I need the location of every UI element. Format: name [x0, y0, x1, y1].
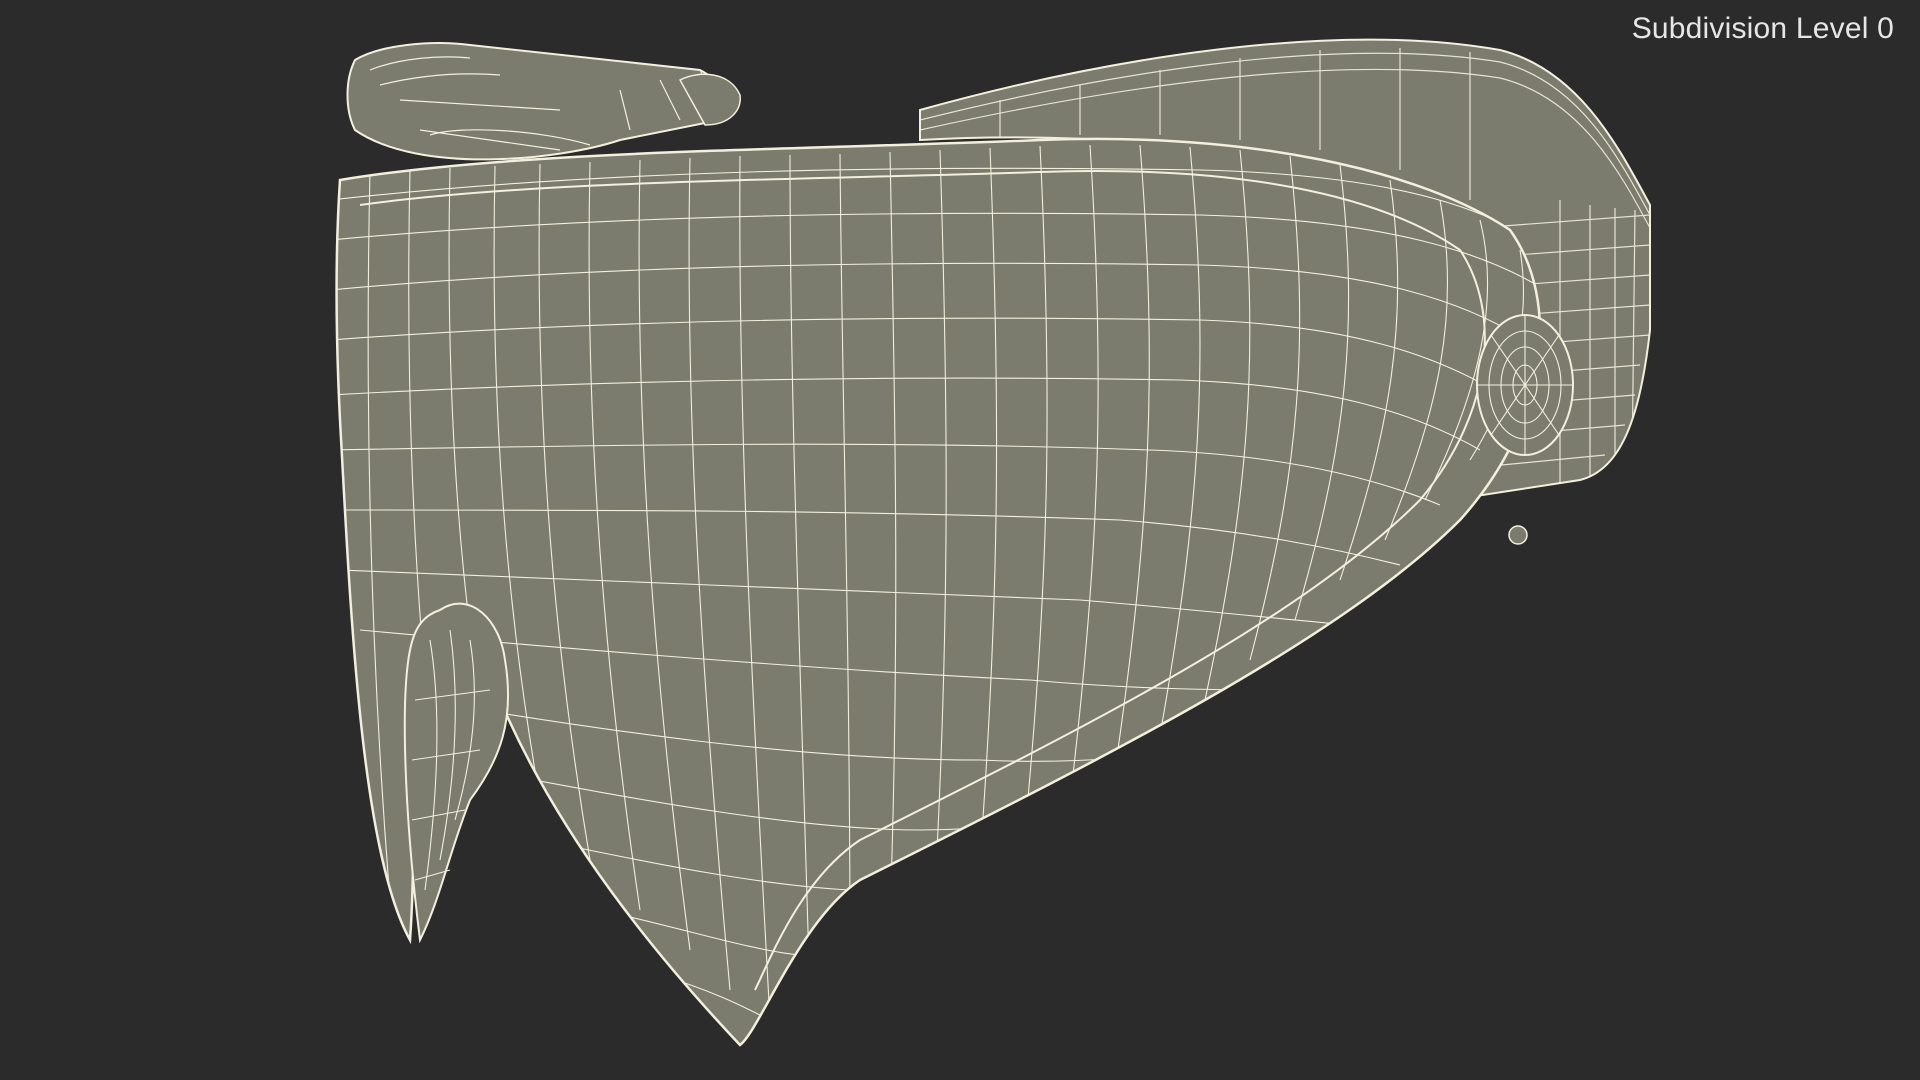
- side-vent-icon: [1476, 314, 1574, 545]
- top-frame-rim: [346, 42, 741, 161]
- goggles-wireframe-model: [335, 38, 1651, 1047]
- goggle-lens-body: [335, 137, 1542, 1047]
- render-viewport: Subdivision Level 0: [0, 0, 1920, 1080]
- subdivision-level-label: Subdivision Level 0: [1631, 12, 1894, 45]
- nose-fin: [403, 602, 510, 944]
